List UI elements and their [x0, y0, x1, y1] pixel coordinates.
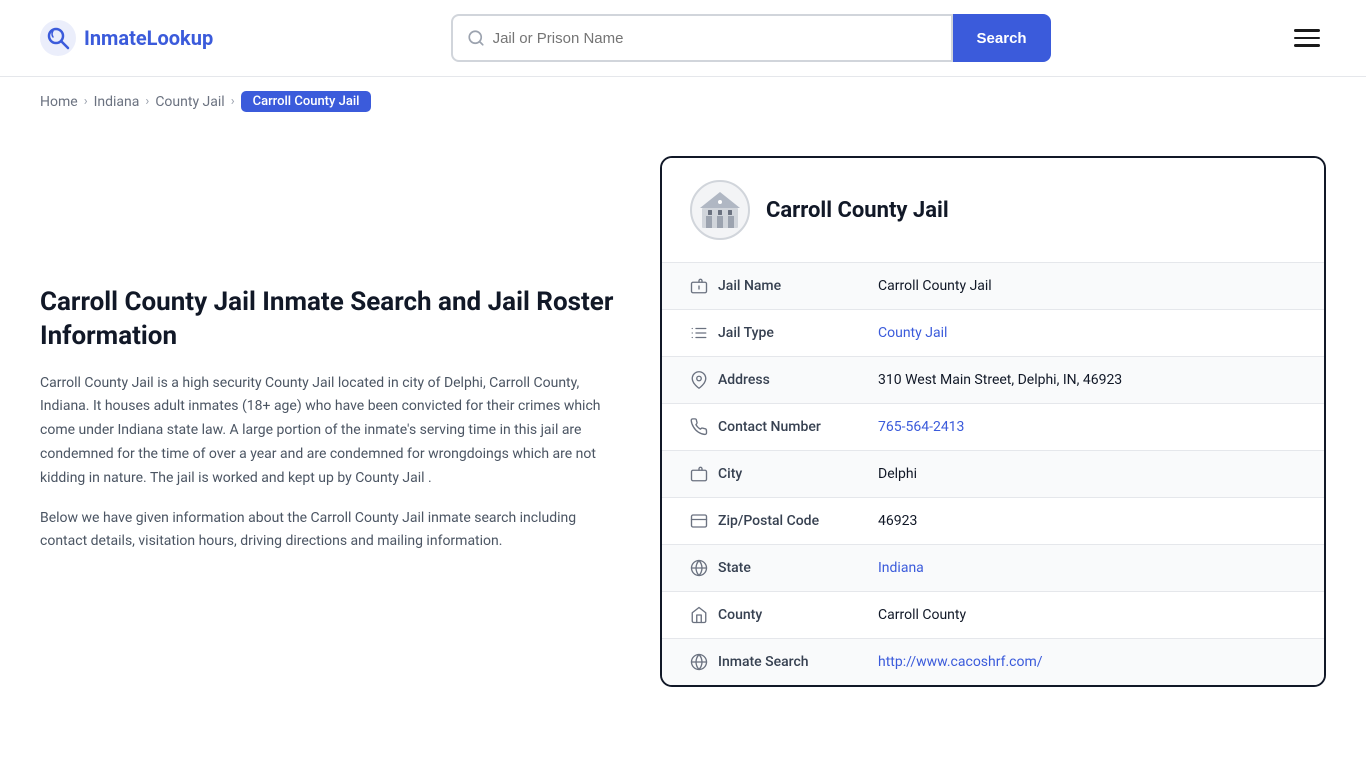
- info-label: City: [718, 466, 878, 482]
- info-value[interactable]: County Jail: [878, 325, 947, 341]
- info-label: Address: [718, 372, 878, 388]
- search-input[interactable]: [493, 30, 937, 47]
- breadcrumb-chevron-3: ›: [231, 94, 235, 109]
- info-table: Jail NameCarroll County JailJail TypeCou…: [662, 263, 1324, 685]
- logo-icon: [40, 20, 76, 56]
- info-value: Carroll County: [878, 607, 966, 623]
- table-row: Contact Number765-564-2413: [662, 404, 1324, 451]
- jail-building-icon: [698, 188, 742, 232]
- breadcrumb-chevron-1: ›: [84, 94, 88, 109]
- info-value[interactable]: http://www.cacoshrf.com/: [878, 654, 1043, 670]
- info-label: Zip/Postal Code: [718, 513, 878, 529]
- info-label: Inmate Search: [718, 654, 878, 670]
- table-row: CityDelphi: [662, 451, 1324, 498]
- info-value: Delphi: [878, 466, 917, 482]
- search-icon: [467, 29, 485, 47]
- zip-icon: [690, 512, 718, 530]
- county-icon: [690, 606, 718, 624]
- location-icon: [690, 371, 718, 389]
- card-title: Carroll County Jail: [766, 198, 949, 223]
- table-row: Address310 West Main Street, Delphi, IN,…: [662, 357, 1324, 404]
- info-label: Jail Name: [718, 278, 878, 294]
- info-link[interactable]: County Jail: [878, 325, 947, 341]
- logo[interactable]: InmateLookup: [40, 20, 213, 56]
- list-icon: [690, 324, 718, 342]
- jail-info-card: Carroll County Jail Jail NameCarroll Cou…: [660, 156, 1326, 687]
- main-content: Carroll County Jail Inmate Search and Ja…: [0, 126, 1366, 747]
- breadcrumb-chevron-2: ›: [145, 94, 149, 109]
- breadcrumb-home[interactable]: Home: [40, 94, 78, 110]
- menu-line-3: [1294, 44, 1320, 47]
- globe-icon: [690, 559, 718, 577]
- info-value[interactable]: 765-564-2413: [878, 419, 964, 435]
- breadcrumb-indiana[interactable]: Indiana: [94, 94, 140, 110]
- left-content: Carroll County Jail Inmate Search and Ja…: [40, 156, 660, 687]
- info-link[interactable]: 765-564-2413: [878, 419, 964, 435]
- breadcrumb-current: Carroll County Jail: [241, 91, 372, 112]
- menu-line-1: [1294, 29, 1320, 32]
- header: InmateLookup Search: [0, 0, 1366, 77]
- table-row: Inmate Searchhttp://www.cacoshrf.com/: [662, 639, 1324, 685]
- jail-avatar: [690, 180, 750, 240]
- table-row: StateIndiana: [662, 545, 1324, 592]
- page-description-2: Below we have given information about th…: [40, 507, 620, 555]
- phone-icon: [690, 418, 718, 436]
- info-label: County: [718, 607, 878, 623]
- search-button[interactable]: Search: [953, 14, 1051, 62]
- info-value: 46923: [878, 513, 917, 529]
- table-row: CountyCarroll County: [662, 592, 1324, 639]
- card-header: Carroll County Jail: [662, 158, 1324, 263]
- table-row: Jail NameCarroll County Jail: [662, 263, 1324, 310]
- info-value[interactable]: Indiana: [878, 560, 924, 576]
- table-row: Jail TypeCounty Jail: [662, 310, 1324, 357]
- page-title: Carroll County Jail Inmate Search and Ja…: [40, 286, 620, 354]
- info-label: State: [718, 560, 878, 576]
- menu-line-2: [1294, 37, 1320, 40]
- info-value: Carroll County Jail: [878, 278, 992, 294]
- logo-text: InmateLookup: [84, 26, 213, 50]
- city-icon: [690, 465, 718, 483]
- breadcrumb-county-jail[interactable]: County Jail: [155, 94, 224, 110]
- info-label: Contact Number: [718, 419, 878, 435]
- table-row: Zip/Postal Code46923: [662, 498, 1324, 545]
- info-label: Jail Type: [718, 325, 878, 341]
- page-description-1: Carroll County Jail is a high security C…: [40, 372, 620, 491]
- jail-icon: [690, 277, 718, 295]
- breadcrumb: Home › Indiana › County Jail › Carroll C…: [0, 77, 1366, 126]
- info-link[interactable]: Indiana: [878, 560, 924, 576]
- search-wrapper: [451, 14, 953, 62]
- info-link[interactable]: http://www.cacoshrf.com/: [878, 654, 1043, 670]
- search-globe-icon: [690, 653, 718, 671]
- info-value: 310 West Main Street, Delphi, IN, 46923: [878, 372, 1122, 388]
- hamburger-menu-button[interactable]: [1288, 23, 1326, 53]
- search-area: Search: [451, 14, 1051, 62]
